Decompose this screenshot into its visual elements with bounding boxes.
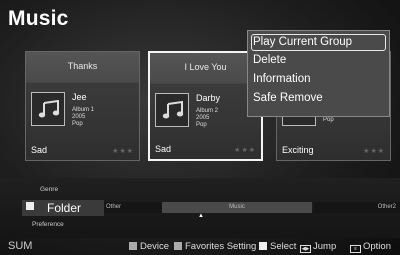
category-tab-other[interactable]: Other xyxy=(104,202,162,213)
jump-button-icon: ◀▶ xyxy=(300,245,311,253)
context-menu: Play Current Group Delete Information Sa… xyxy=(247,30,390,117)
card-genre: Pop xyxy=(196,122,207,128)
card-album: Album 1 xyxy=(72,107,95,113)
card-title: I Love You xyxy=(184,62,227,72)
hint-select-label: Select xyxy=(270,241,297,252)
card-year: 2005 xyxy=(72,114,86,120)
card-year: 2005 xyxy=(196,115,210,121)
card-mood: Sad xyxy=(155,144,172,154)
card-meta: Album 2 2005 Pop xyxy=(196,108,218,129)
rating-stars: ★★★ xyxy=(363,148,385,155)
music-note-icon xyxy=(155,93,189,127)
hint-jump-label: Jump xyxy=(313,241,337,252)
rating-stars: ★★★ xyxy=(112,148,134,155)
page-title: Music xyxy=(8,7,69,30)
enter-button-icon xyxy=(259,242,267,250)
card-title: Thanks xyxy=(67,61,98,71)
sort-mode-current[interactable]: Folder xyxy=(47,200,81,216)
menu-item-information[interactable]: Information xyxy=(251,71,386,88)
card-artist: Darby xyxy=(196,93,221,103)
hint-favorites-label: Favorites Setting xyxy=(185,241,257,252)
red-button-icon xyxy=(129,242,137,250)
menu-item-safe-remove[interactable]: Safe Remove xyxy=(251,90,386,107)
card-mood: Exciting xyxy=(282,145,314,155)
hint-option[interactable]: ≡ Option xyxy=(350,238,391,255)
menu-item-delete[interactable]: Delete xyxy=(251,52,386,69)
hint-option-label: Option xyxy=(363,241,391,252)
rating-stars: ★★★ xyxy=(234,147,256,154)
sum-label: SUM xyxy=(8,240,33,252)
music-note-icon xyxy=(31,92,65,126)
card-mood: Sad xyxy=(31,145,48,155)
music-group-card-selected[interactable]: I Love You Darby Album 2 2005 Pop Sad ★★… xyxy=(148,51,263,161)
green-button-icon xyxy=(174,242,182,250)
music-group-card[interactable]: Thanks Jee Album 1 2005 Pop Sad ★★★ xyxy=(25,51,140,161)
card-genre: Pop xyxy=(72,121,83,127)
category-tab-other2[interactable]: Other2 xyxy=(314,202,400,213)
hint-select[interactable]: Select xyxy=(259,238,296,255)
card-album: Album 2 xyxy=(196,108,219,114)
tools-button-icon: ≡ xyxy=(350,245,361,253)
sort-option-genre[interactable]: Genre xyxy=(40,186,58,193)
card-meta: Album 1 2005 Pop xyxy=(72,107,94,128)
hint-jump[interactable]: ◀▶ Jump xyxy=(300,238,336,255)
folder-icon xyxy=(26,202,34,210)
sort-option-preference[interactable]: Preference xyxy=(32,221,64,228)
category-tab-music[interactable]: Music xyxy=(162,202,312,213)
caret-up-icon: ▲ xyxy=(198,213,204,219)
hint-favorites[interactable]: Favorites Setting xyxy=(174,238,256,255)
hint-device[interactable]: Device xyxy=(129,238,169,255)
card-artist: Jee xyxy=(72,92,87,102)
card-genre: Pop xyxy=(323,117,334,123)
footer-hints: SUM Device Favorites Setting Select ◀▶ Ju… xyxy=(0,238,400,255)
hint-device-label: Device xyxy=(140,241,170,252)
menu-item-play-current-group[interactable]: Play Current Group xyxy=(251,34,386,51)
